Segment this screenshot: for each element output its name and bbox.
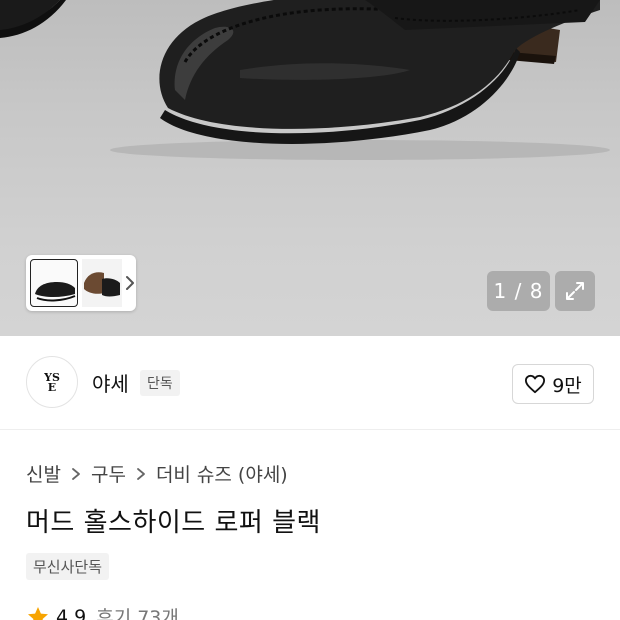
thumbnail-active[interactable] xyxy=(30,259,78,307)
breadcrumb-item-dress-shoes[interactable]: 구두 xyxy=(91,460,126,487)
thumbnail-shoe-image xyxy=(35,282,76,302)
image-counter: 1 / 8 xyxy=(487,271,550,311)
like-count: 9만 xyxy=(552,374,582,397)
chevron-right-icon[interactable] xyxy=(124,273,136,293)
musinsa-exclusive-badge: 무신사단독 xyxy=(26,553,110,580)
heart-outline-icon xyxy=(525,374,546,394)
brand-logo[interactable]: YS E xyxy=(26,356,78,408)
breadcrumb: 신발 구두 더비 슈즈 (야세) xyxy=(26,460,288,487)
like-button[interactable]: 9만 xyxy=(512,364,594,404)
product-title: 머드 홀스하이드 로퍼 블랙 xyxy=(26,508,321,538)
thumbnail-shoe-image-2 xyxy=(84,272,120,297)
chevron-right-icon xyxy=(72,467,80,480)
brand-row: YS E 야세 단독 9만 xyxy=(0,336,620,430)
brand-name[interactable]: 야세 xyxy=(92,368,129,397)
brand-logo-mark: YS E xyxy=(43,371,60,394)
expand-button[interactable] xyxy=(555,271,595,311)
rating-value: 4.9 xyxy=(56,605,87,620)
expand-icon xyxy=(566,282,584,300)
thumbnail-strip[interactable] xyxy=(26,255,136,311)
rating-row[interactable]: 4.9 후기 73개 xyxy=(26,603,179,620)
thumbnail-next[interactable] xyxy=(82,259,122,307)
brand-exclusive-badge: 단독 xyxy=(140,370,180,396)
svg-text:E: E xyxy=(48,381,56,394)
breadcrumb-item-shoes[interactable]: 신발 xyxy=(26,460,61,487)
breadcrumb-item-derby-shoes[interactable]: 더비 슈즈 (야세) xyxy=(156,460,288,487)
star-icon xyxy=(28,606,48,620)
review-count-link[interactable]: 후기 73개 xyxy=(96,603,179,620)
chevron-right-icon xyxy=(137,467,145,480)
product-image-gallery[interactable]: 1 / 8 xyxy=(0,0,620,336)
